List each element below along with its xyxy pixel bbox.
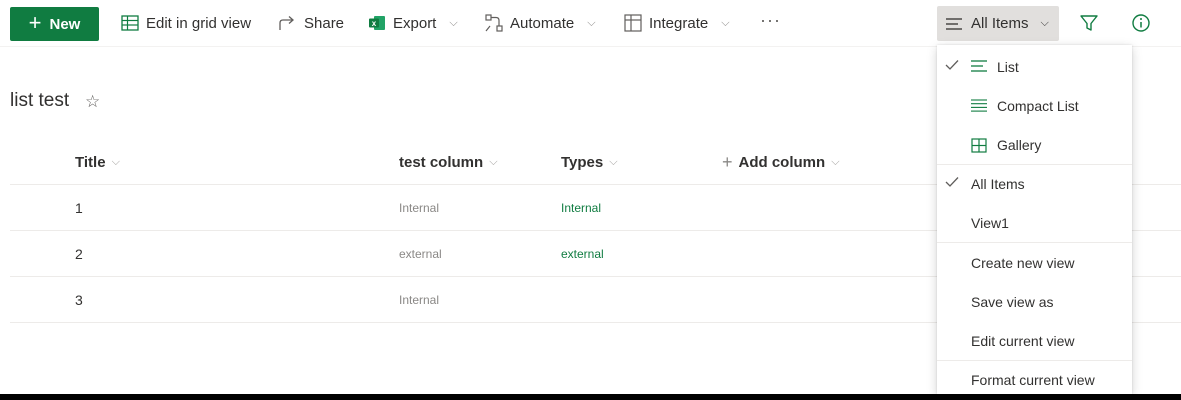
export-button[interactable]: x Export ⌵: [368, 11, 458, 35]
column-header-types[interactable]: Types ⌵: [561, 151, 618, 173]
menu-divider: [937, 242, 1132, 243]
cell-title: 3: [75, 292, 83, 308]
menu-item-label: Edit current view: [971, 333, 1075, 349]
checkmark-icon: [945, 176, 959, 188]
compact-list-icon: [971, 99, 988, 113]
menu-item-label: Gallery: [997, 137, 1042, 153]
excel-icon: x: [368, 15, 386, 31]
menu-item-label: Compact List: [997, 98, 1079, 114]
chevron-down-icon: ⌵: [489, 155, 498, 168]
integrate-button[interactable]: Integrate ⌵: [624, 11, 730, 35]
edit-grid-view-label: Edit in grid view: [146, 14, 252, 32]
chevron-down-icon: ⌵: [831, 155, 840, 168]
menu-item-list[interactable]: List: [937, 50, 1132, 84]
integrate-icon: [624, 14, 642, 32]
menu-divider: [937, 164, 1132, 165]
chevron-down-icon: ⌵: [587, 16, 596, 29]
plus-icon: +: [722, 151, 733, 172]
table-row[interactable]: 3 Internal: [10, 276, 935, 322]
menu-item-compact-list[interactable]: Compact List: [937, 89, 1132, 123]
gallery-icon: [971, 138, 987, 153]
table-row[interactable]: 2 external external: [10, 230, 935, 276]
menu-item-label: Format current view: [971, 372, 1095, 388]
share-icon: [279, 15, 297, 31]
grid-icon: [121, 15, 139, 31]
info-button[interactable]: [1131, 13, 1151, 33]
chevron-down-icon: ⌵: [721, 16, 730, 29]
filter-button[interactable]: [1079, 13, 1099, 33]
menu-item-create-new-view[interactable]: Create new view: [937, 246, 1132, 280]
checkmark-icon: [945, 59, 959, 71]
column-header-label: test column: [399, 153, 484, 171]
column-header-label: Title: [75, 153, 106, 171]
menu-item-view1[interactable]: View1: [937, 206, 1132, 240]
export-label: Export: [393, 14, 437, 32]
info-icon: [1132, 14, 1150, 32]
menu-item-edit-current-view[interactable]: Edit current view: [937, 324, 1132, 358]
automate-label: Automate: [510, 14, 575, 32]
share-button[interactable]: Share: [279, 11, 344, 35]
cell-types[interactable]: Internal: [561, 201, 601, 215]
view-selector-button[interactable]: All Items ⌵: [937, 6, 1059, 41]
share-label: Share: [304, 14, 345, 32]
menu-item-format-current-view[interactable]: Format current view: [937, 363, 1132, 394]
automate-icon: [485, 14, 503, 32]
bottom-edge: [0, 394, 1181, 400]
cell-types[interactable]: external: [561, 247, 604, 261]
cell-test-column: Internal: [399, 293, 440, 307]
column-header-test-column[interactable]: test column ⌵: [399, 151, 498, 173]
column-header-title[interactable]: Title ⌵: [75, 151, 120, 173]
list-title: list test: [10, 90, 70, 111]
chevron-down-icon: ⌵: [449, 16, 458, 29]
svg-text:x: x: [372, 19, 377, 28]
integrate-label: Integrate: [649, 14, 709, 32]
menu-item-label: Save view as: [971, 294, 1054, 310]
list-icon: [971, 60, 988, 72]
menu-item-gallery[interactable]: Gallery: [937, 128, 1132, 162]
list-view-icon: [946, 17, 963, 30]
chevron-down-icon: ⌵: [1040, 17, 1049, 29]
more-options-button[interactable]: ···: [760, 10, 781, 31]
column-header-label: Types: [561, 153, 604, 171]
menu-item-save-view-as[interactable]: Save view as: [937, 285, 1132, 319]
table-row[interactable]: 1 Internal Internal: [10, 184, 935, 230]
menu-item-label: List: [997, 59, 1019, 75]
menu-item-label: Create new view: [971, 255, 1075, 271]
add-column-label: Add column: [738, 153, 826, 171]
menu-item-label: View1: [971, 215, 1009, 231]
command-bar: + New Edit in grid view Share x Export ⌵…: [0, 0, 1181, 47]
favorite-star-icon[interactable]: ☆: [85, 92, 100, 112]
automate-button[interactable]: Automate ⌵: [485, 11, 596, 35]
edit-grid-view-button[interactable]: Edit in grid view: [121, 11, 251, 35]
cell-title: 1: [75, 200, 83, 216]
plus-icon: +: [28, 10, 42, 35]
filter-icon: [1080, 15, 1098, 31]
menu-item-all-items[interactable]: All Items: [937, 167, 1132, 201]
add-column-button[interactable]: + Add column ⌵: [722, 151, 840, 173]
new-button-label: New: [49, 15, 81, 33]
view-options-menu: List Compact List Gallery All Items View…: [937, 45, 1132, 394]
menu-item-label: All Items: [971, 176, 1025, 192]
new-button[interactable]: + New: [10, 7, 99, 41]
cell-test-column: external: [399, 247, 442, 261]
cell-test-column: Internal: [399, 201, 440, 215]
chevron-down-icon: ⌵: [609, 155, 618, 168]
menu-divider: [937, 360, 1132, 361]
view-selector-label: All Items: [971, 15, 1029, 32]
chevron-down-icon: ⌵: [111, 155, 120, 168]
cell-title: 2: [75, 246, 83, 262]
